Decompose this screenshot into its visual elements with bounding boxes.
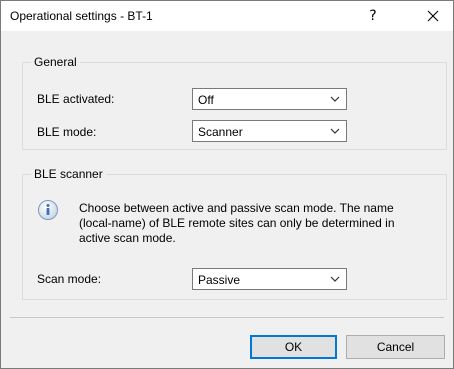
- close-button[interactable]: [413, 1, 453, 31]
- ble-activated-select[interactable]: Off: [192, 88, 347, 110]
- help-icon: ?: [369, 8, 377, 24]
- info-icon: [38, 200, 58, 220]
- ble-activated-label: BLE activated:: [37, 92, 115, 106]
- ble-mode-label: BLE mode:: [37, 125, 97, 139]
- scan-mode-info-text: Choose between active and passive scan m…: [79, 201, 395, 245]
- window-title: Operational settings - BT-1: [10, 9, 153, 23]
- cancel-button[interactable]: Cancel: [346, 335, 445, 359]
- chevron-down-icon: [330, 128, 340, 134]
- ble-mode-select[interactable]: Scanner: [192, 120, 347, 142]
- ok-button[interactable]: OK: [250, 335, 337, 359]
- chevron-down-icon: [330, 96, 340, 102]
- dialog-window: Operational settings - BT-1 ? General BL…: [0, 0, 454, 369]
- footer-separator: [10, 317, 444, 318]
- ble-activated-value: Off: [198, 93, 214, 107]
- scan-mode-select[interactable]: Passive: [192, 268, 347, 290]
- ble-mode-value: Scanner: [198, 125, 243, 139]
- chevron-down-icon: [330, 276, 340, 282]
- ble-scanner-group-legend: BLE scanner: [31, 167, 106, 181]
- scan-mode-label: Scan mode:: [37, 272, 102, 286]
- close-icon: [427, 10, 439, 22]
- title-bar[interactable]: Operational settings - BT-1 ?: [1, 1, 453, 31]
- scan-mode-value: Passive: [198, 273, 241, 287]
- help-button[interactable]: ?: [356, 1, 390, 31]
- general-group-legend: General: [31, 55, 80, 69]
